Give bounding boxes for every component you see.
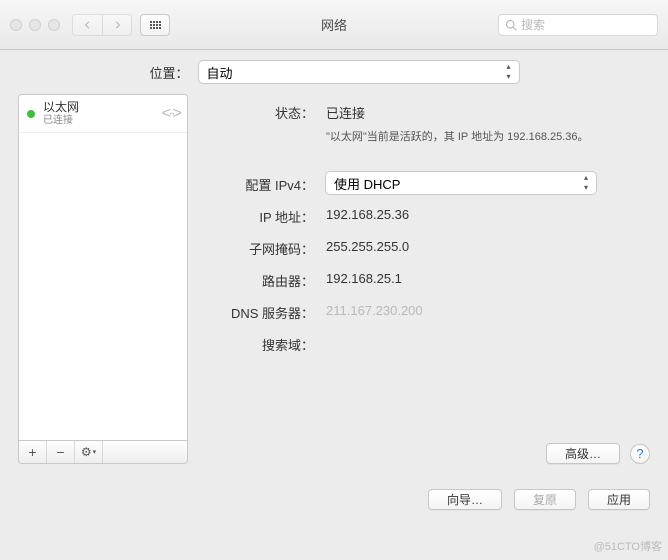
add-interface-button[interactable]: +: [19, 441, 47, 463]
advanced-row: 高级… ?: [546, 443, 650, 464]
chevron-down-icon: ▾: [93, 448, 97, 456]
main-area: 以太网 已连接 <··> + − ⚙▾ 状态： 已连接 "以太网"当前是活跃的，…: [0, 94, 668, 474]
ip-value: 192.168.25.36: [326, 204, 650, 222]
chevron-left-icon: [84, 21, 92, 29]
interface-status: 已连接: [43, 115, 154, 127]
search-field[interactable]: 搜索: [498, 14, 658, 36]
dns-value: 211.167.230.200: [326, 300, 650, 318]
row-config: 配置 IPv4： 使用 DHCP ▴▾: [206, 172, 650, 194]
chevron-right-icon: [113, 21, 121, 29]
bottom-bar: 向导… 复原 应用: [0, 474, 668, 524]
status-label: 状态：: [206, 100, 326, 122]
sidebar: 以太网 已连接 <··> + − ⚙▾: [18, 94, 188, 464]
row-searchdomain: 搜索域：: [206, 332, 650, 354]
window: 网络 搜索 位置： 自动 ▴▾ 以太网 已连接 <··>: [0, 0, 668, 560]
router-label: 路由器：: [206, 268, 326, 290]
close-icon[interactable]: [10, 19, 22, 31]
row-status-note: "以太网"当前是活跃的，其 IP 地址为 192.168.25.36。: [206, 126, 650, 148]
zoom-icon[interactable]: [48, 19, 60, 31]
location-row: 位置： 自动 ▴▾: [0, 50, 668, 94]
router-value: 192.168.25.1: [326, 268, 650, 286]
sidebar-footer: + − ⚙▾: [18, 440, 188, 464]
subnet-label: 子网掩码：: [206, 236, 326, 258]
show-all-button[interactable]: [140, 14, 170, 36]
row-router: 路由器： 192.168.25.1: [206, 268, 650, 290]
interface-text: 以太网 已连接: [43, 100, 154, 126]
assist-button[interactable]: 向导…: [428, 489, 502, 510]
interface-list: 以太网 已连接 <··>: [18, 94, 188, 440]
minimize-icon[interactable]: [29, 19, 41, 31]
status-note: "以太网"当前是活跃的，其 IP 地址为 192.168.25.36。: [326, 126, 650, 146]
location-value: 自动: [207, 63, 233, 82]
ip-label: IP 地址：: [206, 204, 326, 226]
row-status: 状态： 已连接: [206, 100, 650, 122]
grid-icon: [150, 21, 161, 29]
location-label: 位置：: [149, 63, 188, 82]
row-dns: DNS 服务器： 211.167.230.200: [206, 300, 650, 322]
watermark: @51CTO博客: [594, 538, 662, 554]
help-button[interactable]: ?: [630, 444, 650, 464]
revert-button[interactable]: 复原: [514, 489, 576, 510]
help-icon: ?: [636, 446, 643, 461]
window-title: 网络: [321, 15, 347, 34]
interface-name: 以太网: [43, 100, 154, 114]
interface-item-ethernet[interactable]: 以太网 已连接 <··>: [19, 95, 187, 133]
ethernet-icon: <··>: [162, 105, 179, 123]
status-value: 已连接: [326, 100, 650, 122]
titlebar: 网络 搜索: [0, 0, 668, 50]
config-value: 使用 DHCP: [334, 174, 400, 193]
row-subnet: 子网掩码： 255.255.255.0: [206, 236, 650, 258]
details-panel: 状态： 已连接 "以太网"当前是活跃的，其 IP 地址为 192.168.25.…: [206, 94, 650, 464]
gear-icon: ⚙: [81, 445, 92, 459]
nav-buttons: [72, 14, 132, 36]
searchdomain-label: 搜索域：: [206, 332, 326, 354]
location-select[interactable]: 自动 ▴▾: [199, 61, 519, 83]
search-icon: [505, 19, 517, 31]
stepper-icon: ▴▾: [501, 62, 517, 82]
forward-button[interactable]: [102, 14, 132, 36]
dns-label: DNS 服务器：: [206, 300, 326, 322]
subnet-value: 255.255.255.0: [326, 236, 650, 254]
config-label: 配置 IPv4：: [206, 172, 326, 194]
search-placeholder: 搜索: [521, 16, 545, 33]
row-ip: IP 地址： 192.168.25.36: [206, 204, 650, 226]
config-ipv4-select[interactable]: 使用 DHCP ▴▾: [326, 172, 596, 194]
apply-button[interactable]: 应用: [588, 489, 650, 510]
searchdomain-value: [326, 332, 650, 335]
interface-actions-button[interactable]: ⚙▾: [75, 441, 103, 463]
status-dot-icon: [27, 110, 35, 118]
stepper-icon: ▴▾: [578, 173, 594, 193]
advanced-button[interactable]: 高级…: [546, 443, 620, 464]
back-button[interactable]: [72, 14, 102, 36]
remove-interface-button[interactable]: −: [47, 441, 75, 463]
traffic-lights: [10, 19, 60, 31]
